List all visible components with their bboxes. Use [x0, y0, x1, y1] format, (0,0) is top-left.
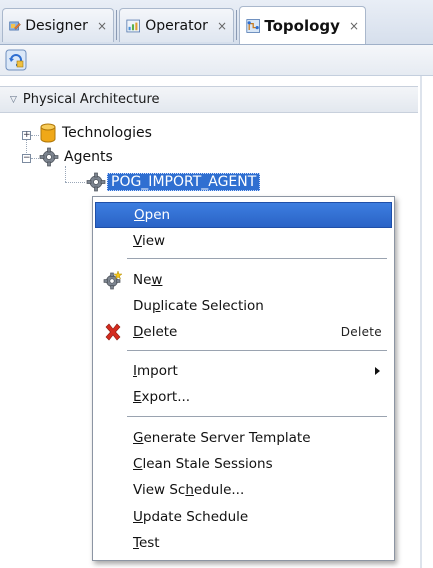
tree-connector	[31, 135, 39, 136]
tab-divider	[116, 10, 117, 40]
menu-item-duplicate-selection[interactable]: Duplicate Selection	[95, 293, 392, 319]
operator-icon	[126, 19, 140, 32]
menu-item-label: Open	[134, 207, 171, 223]
topology-icon	[246, 18, 260, 33]
menu-item-new[interactable]: New	[95, 267, 392, 293]
tab-divider	[236, 10, 237, 40]
menu-item-label: Update Schedule	[133, 509, 249, 525]
tree-node-technologies[interactable]: Technologies	[39, 123, 152, 143]
tab-operator[interactable]: Operator ×	[119, 8, 234, 42]
menu-item-label: Import	[133, 363, 178, 379]
menu-item-label: Duplicate Selection	[133, 298, 264, 314]
tree-node-label: Agents	[64, 149, 113, 165]
menu-separator	[127, 258, 387, 259]
menu-separator	[127, 416, 387, 417]
submenu-arrow-icon	[375, 367, 380, 375]
database-icon	[40, 123, 56, 143]
menu-item-view-schedule[interactable]: View Schedule...	[95, 477, 392, 503]
tab-designer-label: Designer	[25, 17, 88, 34]
tree-connector	[31, 158, 39, 159]
menu-item-open[interactable]: Open	[95, 202, 392, 228]
tab-topology-label: Topology	[264, 16, 340, 35]
delete-x-icon	[105, 323, 121, 341]
tree-node-label: POG_IMPORT_AGENT	[107, 173, 261, 191]
tab-operator-label: Operator	[145, 17, 208, 34]
menu-item-label: New	[133, 272, 163, 288]
menu-item-test[interactable]: Test	[95, 530, 392, 556]
new-gear-icon	[103, 270, 123, 290]
close-icon[interactable]: ×	[217, 19, 227, 33]
menu-item-clean-stale-sessions[interactable]: Clean Stale Sessions	[95, 451, 392, 477]
tree-connector	[65, 166, 66, 182]
collapse-agents-icon[interactable]: −	[22, 154, 31, 163]
editor-tab-strip: Designer × Operator × Topology ×	[0, 0, 433, 45]
menu-item-label: Export...	[133, 389, 191, 405]
shortcut-hint: Delete	[340, 325, 382, 339]
menu-item-view[interactable]: View	[95, 228, 392, 254]
menu-item-label: View Schedule...	[133, 482, 245, 498]
context-menu: Open View New Duplicate Selection Delete…	[92, 196, 395, 561]
menu-item-update-schedule[interactable]: Update Schedule	[95, 504, 392, 530]
menu-item-label: Delete	[133, 324, 178, 340]
panel-border	[420, 76, 422, 568]
tree-node-label: Technologies	[62, 125, 152, 141]
expand-technologies-icon[interactable]: +	[22, 131, 31, 140]
menu-item-label: View	[133, 233, 166, 249]
physical-architecture-header[interactable]: ▽ Physical Architecture	[0, 86, 418, 113]
menu-separator	[127, 350, 387, 351]
close-icon[interactable]: ×	[97, 19, 107, 33]
menu-item-generate-server-template[interactable]: Generate Server Template	[95, 425, 392, 451]
menu-item-import[interactable]: Import	[95, 358, 392, 384]
menu-item-label: Test	[133, 535, 160, 551]
navigator-toolbar	[0, 45, 433, 76]
tree-node-pog-import-agent[interactable]: POG_IMPORT_AGENT	[86, 172, 261, 192]
gear-icon	[86, 172, 106, 192]
tree-connector	[65, 182, 85, 183]
menu-item-export[interactable]: Export...	[95, 384, 392, 410]
refresh-icon[interactable]	[5, 49, 27, 71]
tab-topology[interactable]: Topology ×	[239, 6, 366, 44]
designer-icon	[9, 21, 21, 30]
section-title: Physical Architecture	[22, 92, 160, 107]
menu-item-label: Clean Stale Sessions	[133, 456, 273, 472]
tab-designer[interactable]: Designer ×	[2, 8, 114, 42]
menu-item-delete[interactable]: Delete Delete	[95, 319, 392, 345]
close-icon[interactable]: ×	[349, 19, 359, 33]
tree-node-agents[interactable]: Agents	[39, 147, 113, 167]
gear-icon	[39, 147, 59, 167]
collapse-chevron-icon[interactable]: ▽	[10, 95, 17, 105]
menu-item-label: Generate Server Template	[133, 430, 311, 446]
